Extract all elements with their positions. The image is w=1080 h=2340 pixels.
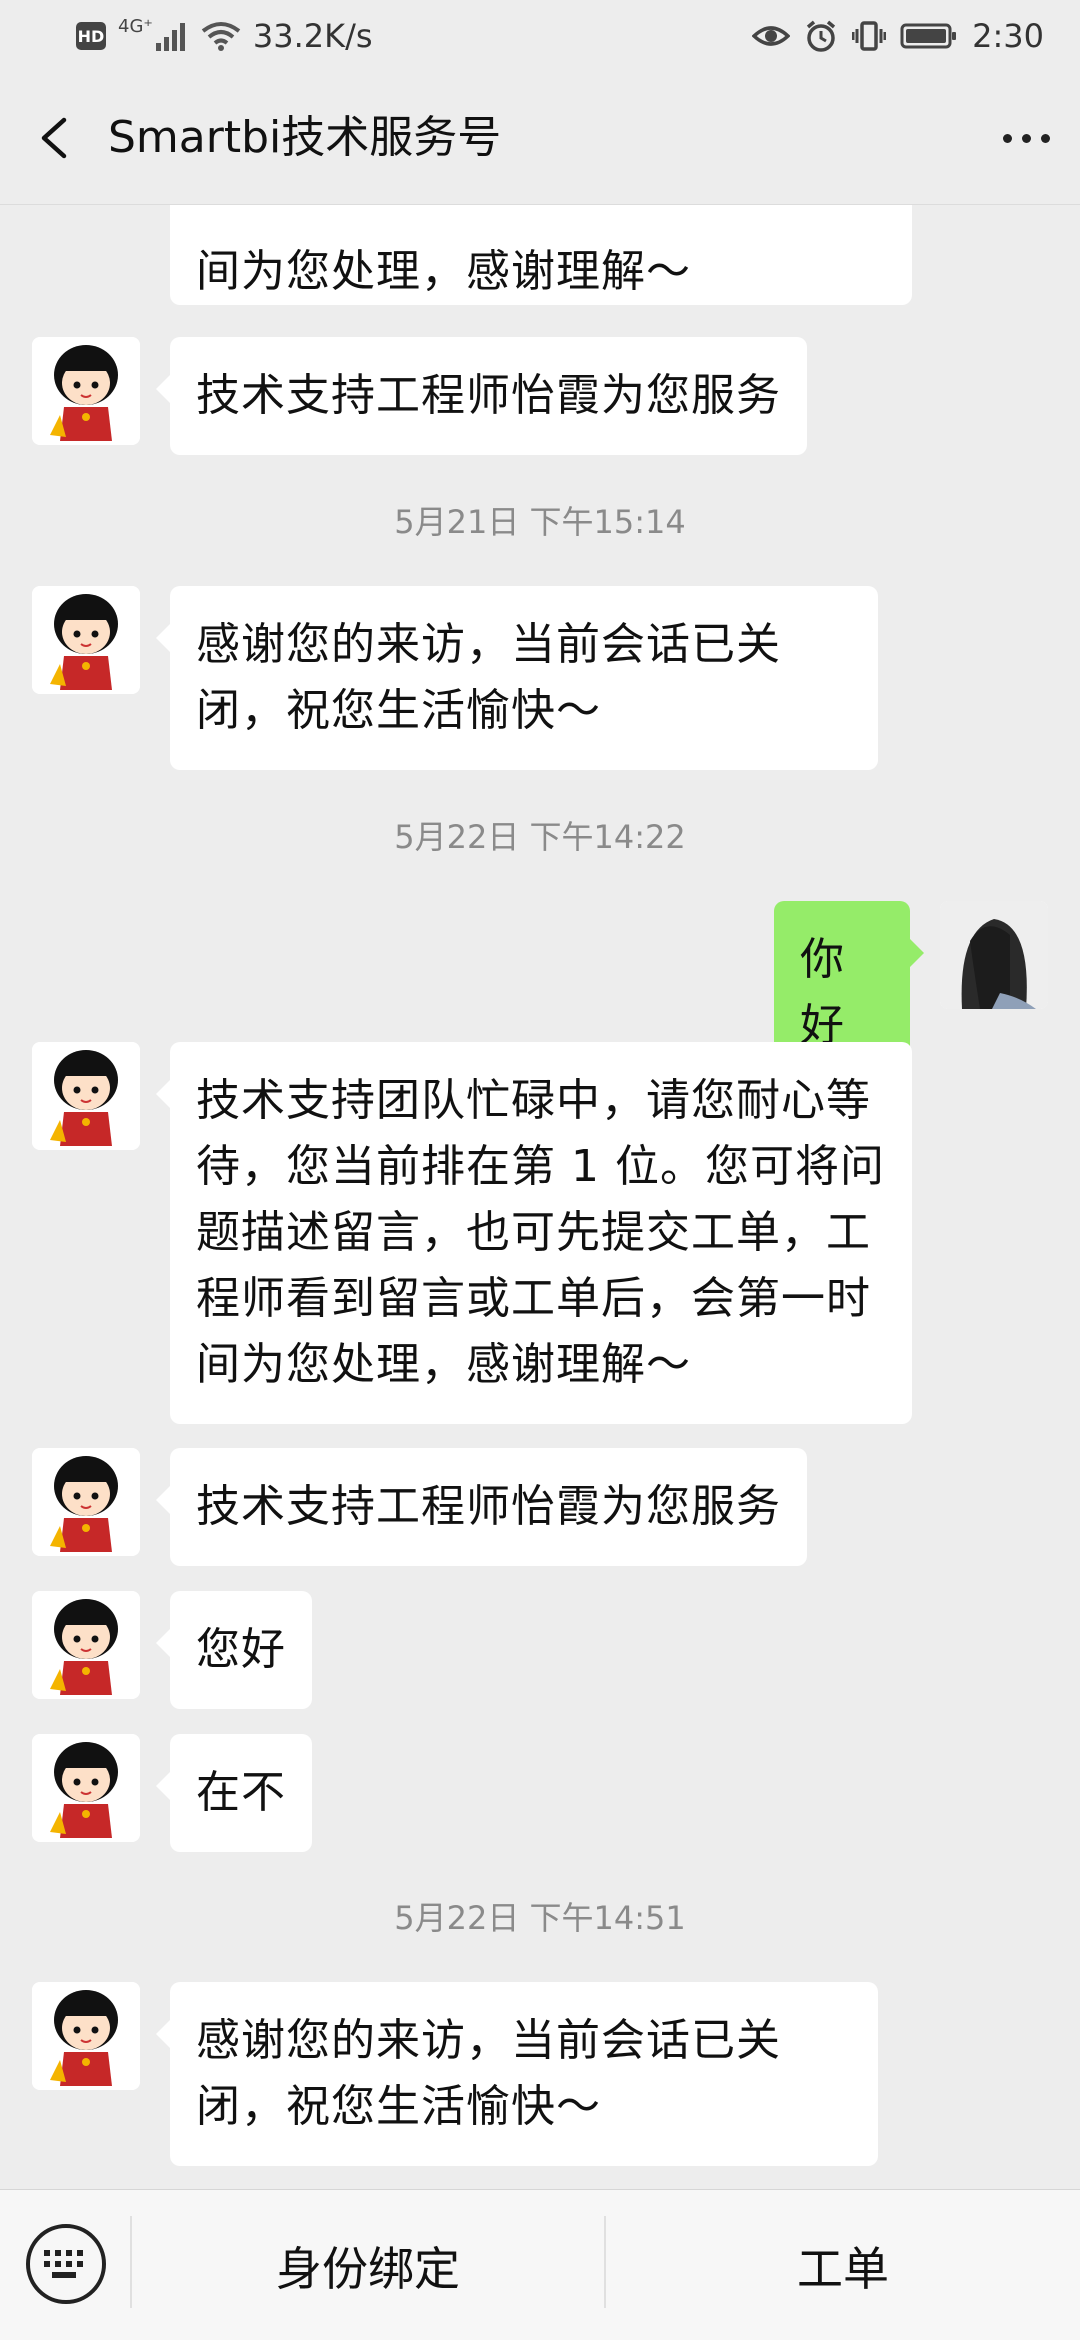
message-timestamp: 5月22日 下午14:51: [394, 1899, 686, 1937]
message-list[interactable]: 间为您处理，感谢理解～ 技术支持工程师怡霞为您服务 5月21日 下午15:14: [0, 205, 1080, 2189]
message-timestamp: 5月21日 下午15:14: [394, 503, 686, 541]
chat-screen: HD 4G⁺ 33.2K/s 2:30 Smartbi技术服务号 间为您处理，感…: [0, 0, 1080, 2340]
battery-icon: [900, 23, 957, 49]
agent-avatar[interactable]: [32, 1448, 140, 1556]
status-bar: HD 4G⁺ 33.2K/s 2:30: [0, 0, 1080, 72]
message-bubble[interactable]: 技术支持团队忙碌中，请您耐心等待，您当前排在第 1 位。您可将问题描述留言，也可…: [156, 1042, 912, 1424]
signal-icon: [155, 23, 185, 51]
agent-avatar[interactable]: [32, 1734, 140, 1842]
agent-avatar[interactable]: [32, 586, 140, 694]
message-bubble[interactable]: 感谢您的来访，当前会话已关闭，祝您生活愉快～: [156, 586, 878, 770]
user-avatar[interactable]: [940, 901, 1048, 1009]
hd-icon: HD: [76, 22, 106, 50]
message-text: 技术支持工程师怡霞为您服务: [196, 1481, 781, 1532]
agent-avatar[interactable]: [32, 1591, 140, 1699]
message-timestamp: 5月22日 下午14:22: [394, 818, 686, 856]
cartoon-girl-avatar: [32, 1734, 140, 1842]
menu-item-label: 身份绑定: [276, 2241, 460, 2296]
message-text: 在不: [196, 1767, 286, 1818]
more-button[interactable]: [994, 106, 1058, 170]
wifi-icon: [201, 22, 241, 51]
menu-item-work-order[interactable]: 工单: [606, 2190, 1080, 2340]
vibrate-icon: [852, 21, 887, 51]
more-dot: [1040, 133, 1050, 143]
network-speed: 33.2K/s: [252, 17, 373, 55]
cartoon-girl-avatar: [32, 1042, 140, 1150]
bottom-menu-bar: 身份绑定 工单: [0, 2189, 1080, 2340]
page-title: Smartbi技术服务号: [108, 112, 502, 163]
message-text: 你好: [800, 934, 845, 1051]
cartoon-girl-avatar: [32, 337, 140, 445]
cartoon-girl-avatar: [32, 1591, 140, 1699]
agent-avatar[interactable]: [32, 1982, 140, 2090]
message-text: 技术支持工程师怡霞为您服务: [196, 370, 781, 421]
keyboard-toggle-button[interactable]: [26, 2224, 106, 2304]
alarm-icon: [807, 20, 836, 52]
message-bubble[interactable]: 技术支持工程师怡霞为您服务: [156, 1448, 807, 1566]
more-dots-icon: [1002, 133, 1012, 143]
message-bubble[interactable]: 技术支持工程师怡霞为您服务: [156, 337, 807, 455]
keyboard-icon: [44, 2250, 83, 2278]
message-text: 感谢您的来访，当前会话已关闭，祝您生活愉快～: [196, 2015, 781, 2132]
back-button[interactable]: [22, 106, 86, 170]
message-bubble[interactable]: 感谢您的来访，当前会话已关闭，祝您生活愉快～: [156, 1982, 878, 2166]
message-text: 您好: [196, 1624, 286, 1675]
chat-header: Smartbi技术服务号: [0, 72, 1080, 205]
message-text: 技术支持团队忙碌中，请您耐心等待，您当前排在第 1 位。您可将问题描述留言，也可…: [196, 1075, 885, 1390]
back-chevron-icon: [41, 117, 67, 159]
network-type: 4G⁺: [118, 15, 153, 37]
clock: 2:30: [972, 17, 1044, 55]
user-photo-avatar: [940, 901, 1048, 1009]
agent-avatar[interactable]: [32, 337, 140, 445]
message-bubble[interactable]: 间为您处理，感谢理解～: [170, 205, 912, 305]
more-dot: [1021, 133, 1031, 143]
message-bubble[interactable]: 在不: [156, 1734, 312, 1852]
agent-avatar[interactable]: [32, 1042, 140, 1150]
menu-item-label: 工单: [797, 2241, 889, 2296]
eye-icon: [752, 26, 791, 46]
cartoon-girl-avatar: [32, 1982, 140, 2090]
cartoon-girl-avatar: [32, 1448, 140, 1556]
message-text: 间为您处理，感谢理解～: [196, 246, 691, 297]
cartoon-girl-avatar: [32, 586, 140, 694]
message-bubble[interactable]: 您好: [156, 1591, 312, 1709]
menu-item-identity-binding[interactable]: 身份绑定: [132, 2190, 604, 2340]
message-text: 感谢您的来访，当前会话已关闭，祝您生活愉快～: [196, 619, 781, 736]
